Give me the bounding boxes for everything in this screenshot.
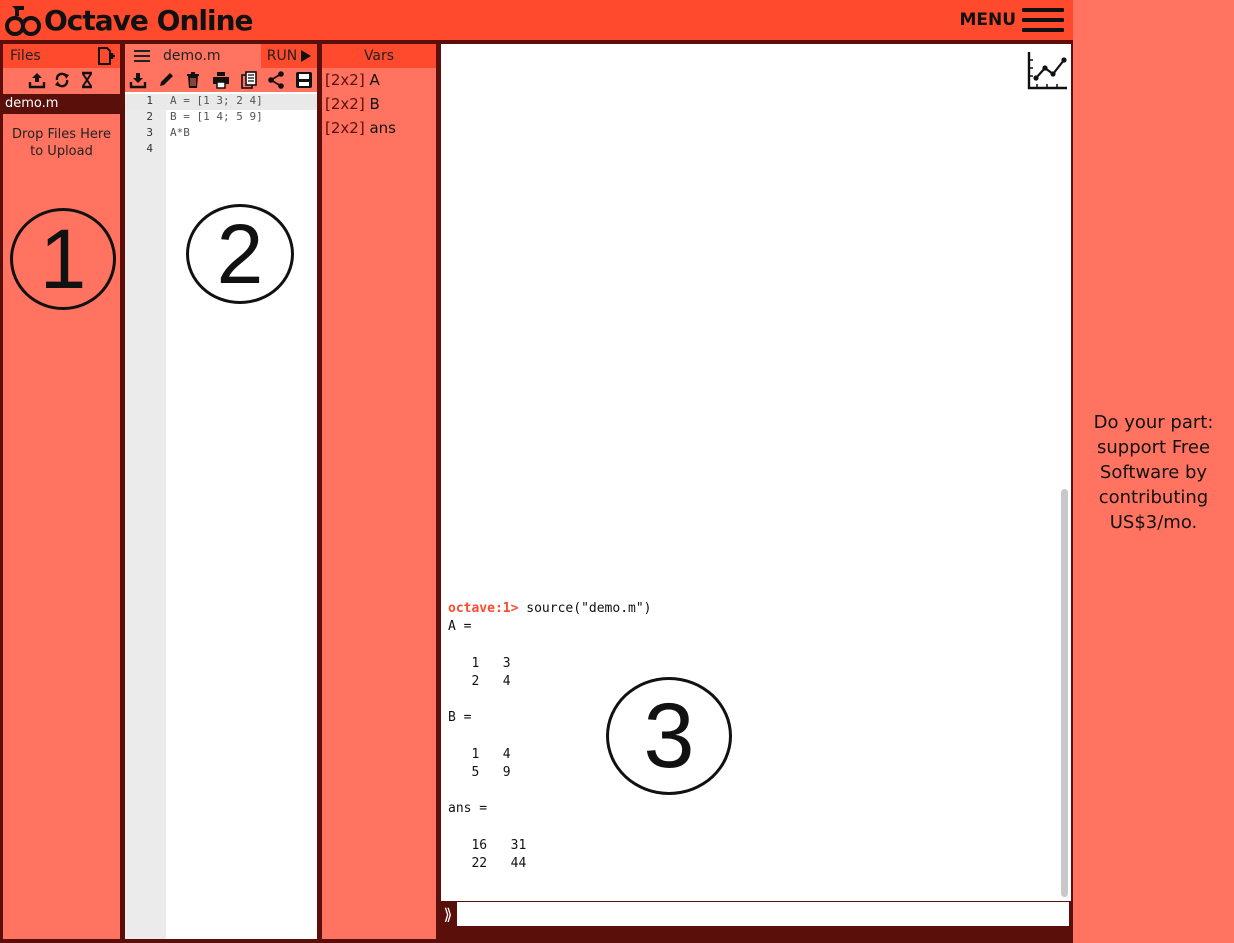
brand-name: Octave Online [44, 3, 254, 37]
editor-toolbar [125, 68, 317, 92]
annotation-number: 3 [643, 684, 695, 787]
refresh-icon[interactable] [53, 71, 71, 89]
line-number: 1 [146, 94, 153, 107]
support-banner[interactable]: Do your part: support Free Software by c… [1073, 0, 1234, 943]
logo[interactable]: Octave Online [4, 0, 254, 40]
file-item-demo[interactable]: demo.m [3, 94, 120, 114]
editor-menu-icon[interactable] [134, 50, 150, 62]
code-line[interactable]: 2 B = [1 4; 5 9] [125, 110, 317, 126]
line-code: A = [1 3; 2 4] [170, 94, 263, 107]
line-number: 2 [146, 110, 153, 123]
hamburger-icon [1022, 8, 1064, 32]
support-line5: US$3/mo. [1109, 512, 1198, 533]
console-command: source("demo.m") [518, 601, 652, 616]
var-size: [2x2] [325, 95, 365, 113]
line-number: 4 [146, 142, 153, 155]
line-number-gutter [125, 94, 166, 939]
octave-online-app: Octave Online MENU Files demo.m Drop Fil… [0, 0, 1073, 943]
annotation-number: 1 [39, 211, 87, 306]
var-size: [2x2] [325, 71, 365, 89]
var-size: [2x2] [325, 119, 365, 137]
play-icon [301, 50, 312, 62]
annotation-number: 2 [216, 206, 264, 301]
share-icon[interactable] [267, 71, 285, 89]
editor-panel: demo.m RUN 1 A = [1 3; 2 4] 2 B = [1 4; … [125, 44, 317, 939]
editor-header: demo.m RUN [125, 44, 317, 68]
command-bar: ⟫ [441, 901, 1071, 929]
console-prompt: octave:1> [448, 601, 519, 616]
print-icon[interactable] [212, 71, 230, 89]
vars-title: Vars [363, 48, 395, 64]
var-item-ans[interactable]: [2x2] ans [322, 116, 436, 140]
run-label: RUN [266, 48, 298, 64]
files-toolbar [3, 68, 120, 92]
files-header: Files [3, 44, 120, 68]
drop-files-hint[interactable]: Drop Files Here to Upload [3, 126, 120, 160]
run-button[interactable]: RUN [261, 44, 317, 68]
var-name: B [369, 95, 380, 113]
var-item-A[interactable]: [2x2] A [322, 68, 436, 92]
support-line3: Software by [1099, 462, 1208, 483]
trash-icon[interactable] [184, 71, 202, 89]
console-panel: octave:1> source("demo.m") A = 1 3 2 4 B… [441, 44, 1071, 901]
support-line2: support Free [1096, 437, 1211, 458]
code-line[interactable]: 4 [125, 142, 317, 158]
copy-icon[interactable] [240, 71, 258, 89]
vars-panel: Vars [2x2] A [2x2] B [2x2] ans [322, 44, 436, 939]
annotation-circle-3: 3 [606, 677, 732, 795]
editor-filename: demo.m [163, 48, 221, 64]
command-chevron-icon: ⟫ [443, 905, 453, 924]
menu-label: MENU [959, 10, 1016, 30]
support-message: Do your part: support Free Software by c… [1073, 410, 1234, 535]
files-panel: Files demo.m Drop Files Here to Upload [3, 44, 120, 939]
command-input[interactable] [456, 901, 1070, 927]
upload-icon[interactable] [28, 71, 46, 89]
pencil-icon[interactable] [157, 71, 175, 89]
files-title: Files [10, 48, 41, 64]
code-line[interactable]: 1 A = [1 3; 2 4] [125, 94, 317, 110]
console-result: A = 1 3 2 4 B = 1 4 5 9 ans = 16 31 22 4… [448, 619, 527, 871]
console-scrollbar[interactable] [1061, 489, 1068, 897]
line-number: 3 [146, 126, 153, 139]
drop-hint-line2: to Upload [30, 144, 93, 159]
line-code: B = [1 4; 5 9] [170, 110, 263, 123]
download-icon[interactable] [129, 71, 147, 89]
var-name: A [369, 71, 380, 89]
code-line[interactable]: 3 A*B [125, 126, 317, 142]
var-item-B[interactable]: [2x2] B [322, 92, 436, 116]
new-file-icon[interactable] [96, 46, 116, 66]
menu-button[interactable]: MENU [959, 8, 1064, 32]
annotation-circle-2: 2 [186, 204, 294, 304]
hourglass-icon[interactable] [78, 71, 96, 89]
annotation-circle-1: 1 [10, 208, 116, 310]
support-line1: Do your part: [1093, 412, 1214, 433]
support-line4: contributing [1098, 487, 1209, 508]
plot-window-icon[interactable] [1027, 50, 1069, 90]
octave-logo-icon [5, 6, 41, 36]
line-code: A*B [170, 126, 190, 139]
vars-header: Vars [322, 44, 436, 68]
top-bar: Octave Online MENU [0, 0, 1073, 40]
var-name: ans [369, 119, 396, 137]
save-icon[interactable] [295, 71, 313, 89]
drop-hint-line1: Drop Files Here [12, 127, 111, 142]
